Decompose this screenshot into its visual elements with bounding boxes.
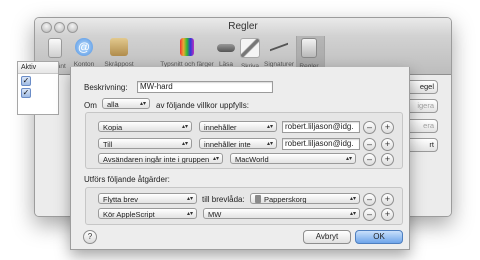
toolbar-item-junk-mail[interactable]: Skräppost (99, 38, 139, 68)
remove-action-button[interactable]: – (363, 208, 376, 221)
actions-label: Utförs följande åtgärder: (84, 175, 170, 184)
sheet-help-button[interactable]: ? (83, 230, 97, 244)
popup-arrows-icon: ▴▾ (186, 211, 193, 217)
add-action-button[interactable]: + (381, 208, 394, 221)
pencil-icon (240, 38, 260, 58)
remove-condition-button[interactable]: – (363, 153, 376, 166)
rule-active-checkbox[interactable]: ✓ (21, 76, 31, 86)
description-field[interactable]: MW-hard (137, 81, 273, 93)
popup-arrows-icon: ▴▾ (349, 211, 356, 217)
window-title: Regler (228, 21, 258, 32)
fonts-colors-icon (180, 38, 194, 56)
popup-arrows-icon: ▴▾ (186, 196, 193, 202)
condition-scope-popup[interactable]: alla ▴▾ (102, 98, 150, 109)
applescript-popup[interactable]: MW ▴▾ (203, 208, 360, 219)
popup-arrows-icon: ▴▾ (266, 141, 273, 147)
condition-field-popup[interactable]: Kopia ▴▾ (98, 121, 192, 132)
ok-button[interactable]: OK (355, 230, 403, 244)
condition-value-field[interactable]: robert.liljason@idg. (282, 121, 360, 133)
remove-action-button[interactable]: – (363, 193, 376, 206)
popup-arrows-icon: ▴▾ (212, 156, 219, 162)
if-label: Om (84, 101, 97, 110)
remove-condition-button[interactable]: – (363, 138, 376, 151)
condition-field-popup[interactable]: Till ▴▾ (98, 138, 192, 149)
condition-group-popup[interactable]: MacWorld ▴▾ (230, 153, 356, 164)
popup-arrows-icon: ▴▾ (349, 196, 356, 202)
general-switch-icon (48, 38, 62, 58)
popup-arrows-icon: ▴▾ (181, 141, 188, 147)
remove-condition-button[interactable]: – (363, 121, 376, 134)
trash-icon (255, 195, 261, 203)
action-type-popup[interactable]: Flytta brev ▴▾ (98, 193, 197, 204)
cancel-button[interactable]: Avbryt (303, 230, 351, 244)
condition-operator-popup[interactable]: innehåller ▴▾ (199, 121, 277, 132)
at-sign-icon: @ (75, 38, 93, 56)
rule-active-checkbox[interactable]: ✓ (21, 88, 31, 98)
rules-list-header: Aktiv (18, 62, 58, 74)
add-condition-button[interactable]: + (381, 153, 394, 166)
condition-field-popup[interactable]: Avsändaren ingår inte i gruppen ▴▾ (98, 153, 223, 164)
mailbox-popup[interactable]: Papperskorg ▴▾ (250, 193, 360, 204)
description-label: Beskrivning: (84, 83, 128, 92)
condition-operator-popup[interactable]: innehåller inte ▴▾ (199, 138, 277, 149)
popup-arrows-icon: ▴▾ (266, 124, 273, 130)
add-condition-button[interactable]: + (381, 138, 394, 151)
popup-arrows-icon: ▴▾ (345, 156, 352, 162)
popup-arrows-icon: ▴▾ (181, 124, 188, 130)
toolbar-item-accounts[interactable]: @ Konton (64, 38, 104, 68)
title-bar: Regler (35, 18, 451, 36)
rules-list[interactable]: Aktiv ✓ ✓ (17, 61, 59, 115)
signature-icon (270, 38, 288, 56)
mailbox-prep-label: till brevlåda: (202, 195, 245, 204)
toolbar-item-fonts-colors[interactable]: Typsnitt och färger (155, 38, 219, 68)
action-type-popup[interactable]: Kör AppleScript ▴▾ (98, 208, 197, 219)
rules-icon (301, 38, 317, 58)
add-action-button[interactable]: + (381, 193, 394, 206)
add-condition-button[interactable]: + (381, 121, 394, 134)
if-suffix-label: av följande villkor uppfylls: (156, 101, 249, 110)
popup-arrows-icon: ▴▾ (139, 101, 146, 107)
rule-edit-sheet: Beskrivning: MW-hard Om alla ▴▾ av följan… (70, 67, 410, 250)
condition-value-field[interactable]: robert.liljason@idg. (282, 138, 360, 150)
junk-mail-icon (110, 38, 128, 56)
toolbar-item-rules[interactable]: Regler (291, 38, 327, 70)
